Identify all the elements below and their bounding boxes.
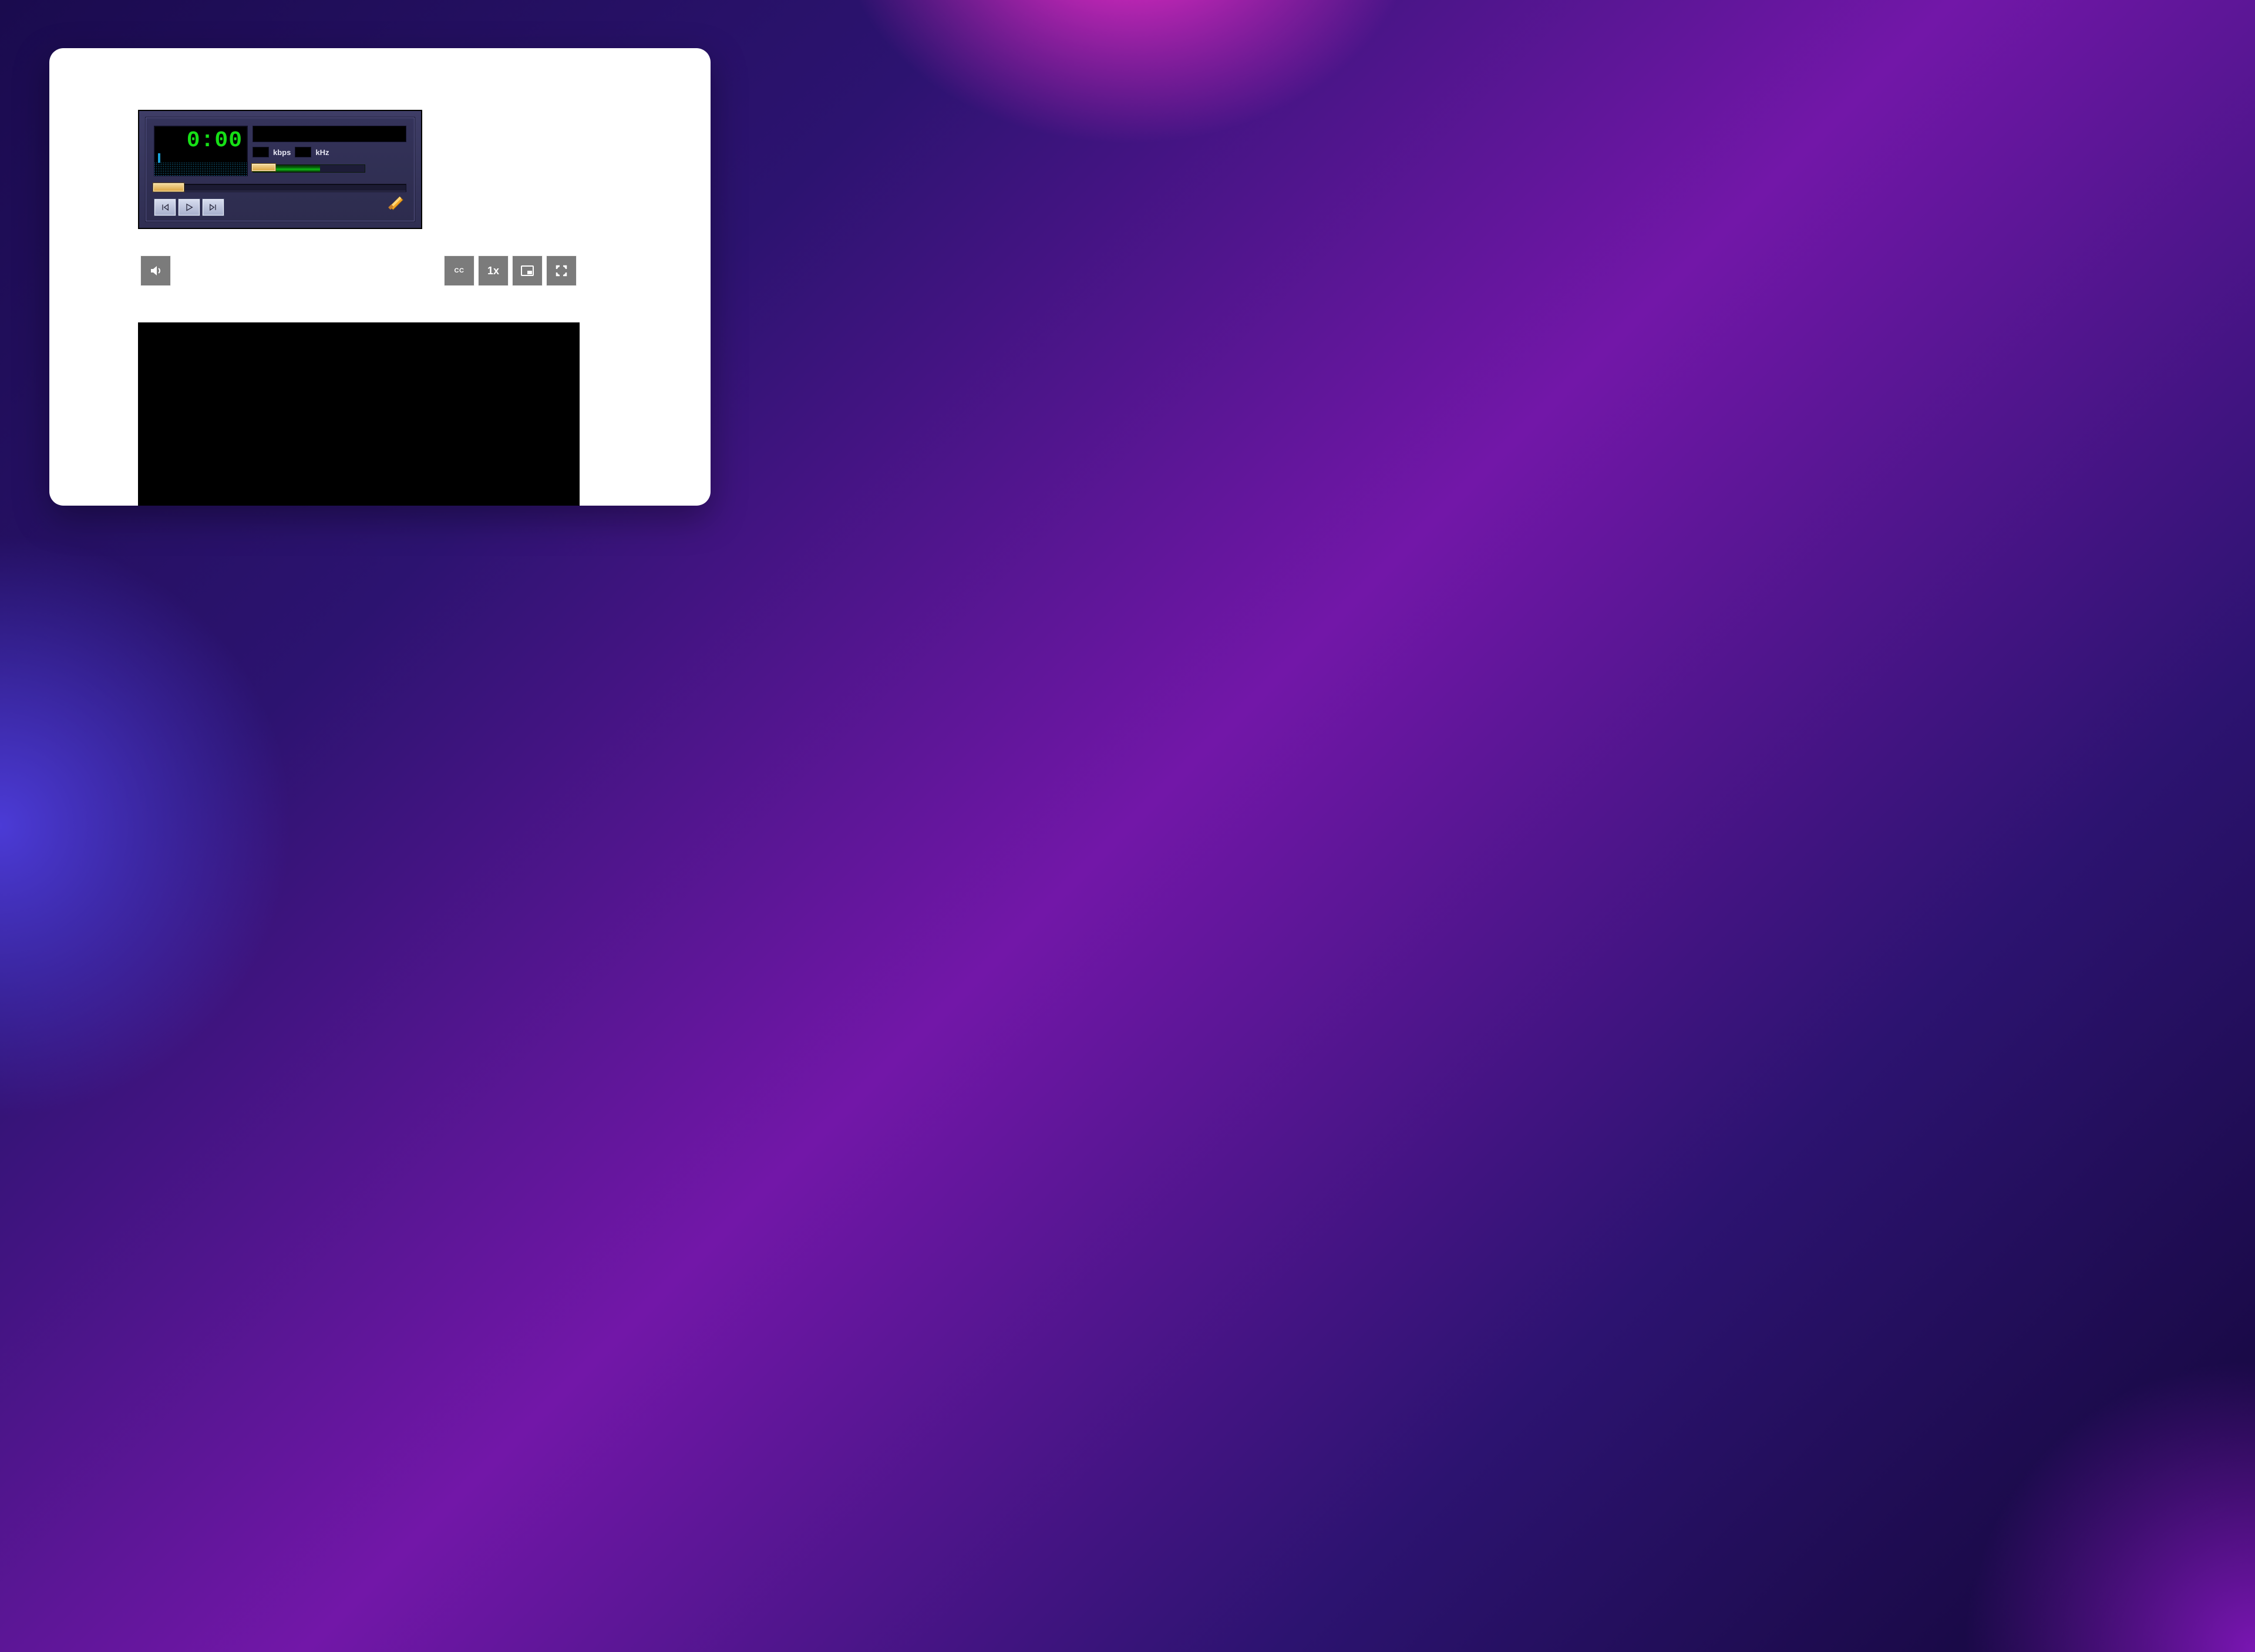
play-icon bbox=[184, 203, 194, 212]
video-toolbar: CC 1x bbox=[141, 256, 581, 285]
playback-rate-button[interactable]: 1x bbox=[479, 256, 508, 285]
player-body: 0:00 kbps kHz bbox=[145, 117, 415, 222]
volume-button[interactable] bbox=[141, 256, 170, 285]
playback-time: 0:00 bbox=[187, 130, 243, 152]
visualizer-grid bbox=[154, 162, 247, 176]
captions-label: CC bbox=[455, 267, 465, 274]
playback-rate-label: 1x bbox=[487, 265, 499, 277]
volume-slider-thumb[interactable] bbox=[251, 163, 276, 171]
visualizer[interactable]: 0:00 bbox=[154, 126, 248, 176]
captions-button[interactable]: CC bbox=[445, 256, 474, 285]
audio-player: 0:00 kbps kHz bbox=[138, 110, 422, 229]
bitrate-row: kbps kHz bbox=[253, 147, 329, 157]
app-card: 0:00 kbps kHz bbox=[49, 48, 711, 506]
transport-buttons bbox=[154, 198, 224, 216]
khz-value bbox=[295, 147, 311, 157]
pip-button[interactable] bbox=[513, 256, 542, 285]
fullscreen-icon bbox=[554, 264, 568, 278]
previous-button[interactable] bbox=[154, 198, 176, 216]
fullscreen-button[interactable] bbox=[547, 256, 576, 285]
winamp-logo-icon bbox=[388, 194, 405, 212]
pip-icon bbox=[520, 264, 534, 278]
kbps-label: kbps bbox=[273, 148, 291, 157]
skip-forward-icon bbox=[208, 203, 218, 212]
seek-slider-track[interactable] bbox=[154, 184, 406, 192]
play-button[interactable] bbox=[178, 198, 200, 216]
kbps-value bbox=[253, 147, 269, 157]
next-button[interactable] bbox=[202, 198, 224, 216]
visualizer-bar bbox=[158, 153, 160, 163]
khz-label: kHz bbox=[315, 148, 329, 157]
skip-back-icon bbox=[160, 203, 170, 212]
speaker-icon bbox=[149, 264, 163, 278]
track-title-display[interactable] bbox=[253, 126, 406, 142]
seek-slider-thumb[interactable] bbox=[153, 183, 184, 192]
video-player-area[interactable] bbox=[138, 322, 580, 506]
